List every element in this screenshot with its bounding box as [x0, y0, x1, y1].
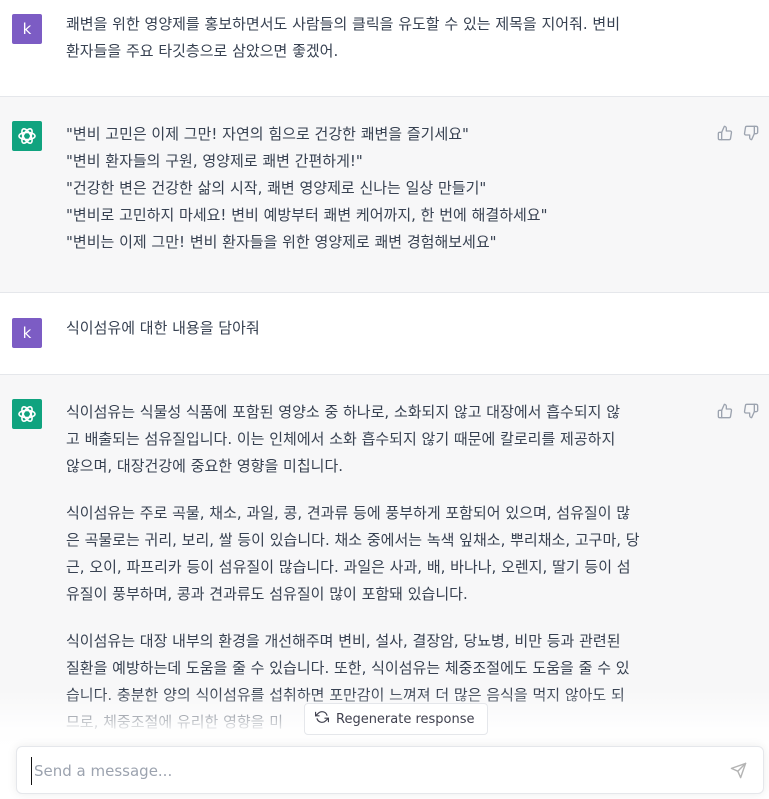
message-line: 식이섬유는 대장 내부의 환경을 개선해주며 변비, 설사, 결장암, 당뇨병,…	[66, 632, 621, 650]
user-message-text: 식이섬유에 대한 내용을 담아줘	[66, 315, 706, 342]
user-message: k 쾌변을 위한 영양제를 홍보하면서도 사람들의 클릭을 유도할 수 있는 제…	[0, 0, 769, 97]
message-line: "변비로 고민하지 마세요! 변비 예방부터 쾌변 케어까지, 한 번에 해결하…	[66, 206, 548, 224]
openai-logo-icon	[12, 399, 42, 429]
message-line: "건강한 변은 건강한 삶의 시작, 쾌변 영양제로 신나는 일상 만들기"	[66, 179, 487, 197]
message-line: 질환을 예방하는데 도움을 줄 수 있습니다. 또한, 식이섬유는 체중조절에도…	[66, 659, 630, 677]
feedback-buttons	[717, 125, 759, 141]
thumbs-down-icon[interactable]	[743, 125, 759, 141]
message-paragraph: 식이섬유는 주로 곡물, 채소, 과일, 콩, 견과류 등에 풍부하게 포함되어…	[66, 500, 706, 608]
message-line: 않으며, 대장건강에 중요한 영향을 미칩니다.	[66, 457, 344, 475]
regenerate-response-button[interactable]: Regenerate response	[304, 703, 488, 735]
feedback-buttons	[717, 403, 759, 419]
regenerate-label: Regenerate response	[336, 711, 475, 727]
message-paragraph: 식이섬유는 식물성 식품에 포함된 영양소 중 하나로, 소화되지 않고 대장에…	[66, 399, 706, 480]
message-line: 환자들을 주요 타깃층으로 삼았으면 좋겠어.	[66, 42, 339, 60]
message-composer	[16, 746, 764, 794]
assistant-message-text: "변비 고민은 이제 그만! 자연의 힘으로 건강한 쾌변을 즐기세요" "변비…	[66, 121, 706, 256]
message-line: 유질이 풍부하며, 콩과 견과류도 섬유질이 많이 포함돼 있습니다.	[66, 585, 468, 603]
user-message: k 식이섬유에 대한 내용을 담아줘	[0, 293, 769, 375]
message-line: 식이섬유는 주로 곡물, 채소, 과일, 콩, 견과류 등에 풍부하게 포함되어…	[66, 504, 631, 522]
refresh-icon	[315, 710, 329, 728]
assistant-message: 식이섬유는 식물성 식품에 포함된 영양소 중 하나로, 소화되지 않고 대장에…	[0, 375, 769, 799]
assistant-message: "변비 고민은 이제 그만! 자연의 힘으로 건강한 쾌변을 즐기세요" "변비…	[0, 97, 769, 293]
message-line: 식이섬유는 식물성 식품에 포함된 영양소 중 하나로, 소화되지 않고 대장에…	[66, 403, 621, 421]
assistant-message-text: 식이섬유는 식물성 식품에 포함된 영양소 중 하나로, 소화되지 않고 대장에…	[66, 399, 706, 736]
thumbs-up-icon[interactable]	[717, 403, 733, 419]
message-line: 고 배출되는 섬유질입니다. 이는 인체에서 소화 흡수되지 않기 때문에 칼로…	[66, 430, 616, 448]
chat-page: k 쾌변을 위한 영양제를 홍보하면서도 사람들의 클릭을 유도할 수 있는 제…	[0, 0, 769, 799]
message-line: "변비는 이제 그만! 변비 환자들을 위한 영양제로 쾌변 경험해보세요"	[66, 233, 497, 251]
thumbs-up-icon[interactable]	[717, 125, 733, 141]
user-avatar: k	[12, 318, 42, 348]
message-line: 근, 오이, 파프리카 등이 섬유질이 많습니다. 과일은 사과, 배, 바나나…	[66, 558, 631, 576]
message-input[interactable]	[31, 757, 716, 785]
message-line: 식이섬유에 대한 내용을 담아줘	[66, 319, 260, 337]
user-message-text: 쾌변을 위한 영양제를 홍보하면서도 사람들의 클릭을 유도할 수 있는 제목을…	[66, 11, 706, 65]
message-line: "변비 고민은 이제 그만! 자연의 힘으로 건강한 쾌변을 즐기세요"	[66, 125, 469, 143]
user-avatar: k	[12, 14, 42, 44]
send-icon[interactable]	[730, 762, 747, 783]
thumbs-down-icon[interactable]	[743, 403, 759, 419]
message-line: "변비 환자들의 구원, 영양제로 쾌변 간편하게!"	[66, 152, 363, 170]
message-line: 은 곡물로는 귀리, 보리, 쌀 등이 있습니다. 채소 중에서는 녹색 잎채소…	[66, 531, 640, 549]
message-line: 쾌변을 위한 영양제를 홍보하면서도 사람들의 클릭을 유도할 수 있는 제목을…	[66, 15, 621, 33]
openai-logo-icon	[12, 121, 42, 151]
